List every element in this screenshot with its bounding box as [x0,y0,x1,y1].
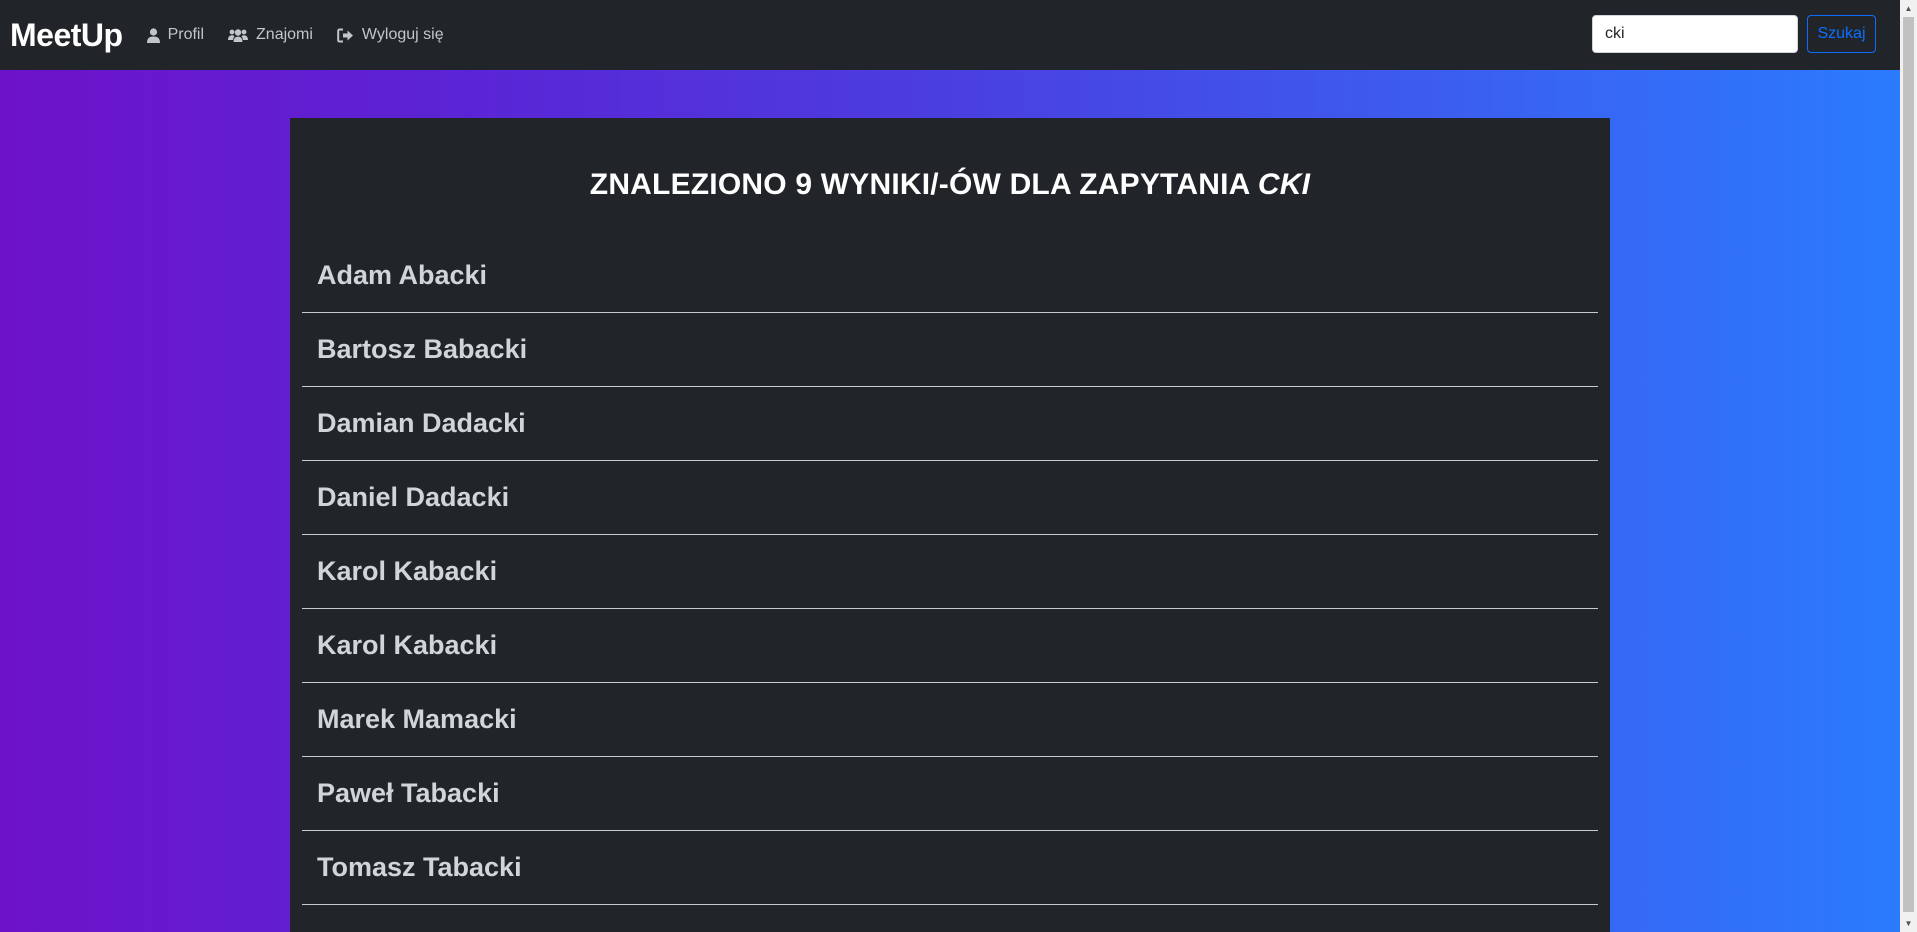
result-item[interactable]: Damian Dadacki [302,387,1598,461]
search-input[interactable] [1592,15,1798,53]
result-item[interactable]: Paweł Tabacki [302,757,1598,831]
result-name: Tomasz Tabacki [317,852,522,882]
result-item[interactable]: Bartosz Babacki [302,313,1598,387]
user-icon [146,27,160,43]
result-name: Paweł Tabacki [317,778,500,808]
logout-icon [337,28,353,42]
scroll-up-arrow-icon[interactable]: ▲ [1900,0,1917,17]
result-item[interactable]: Karol Kabacki [302,535,1598,609]
nav-link-friends-label: Znajomi [256,26,313,43]
vertical-scrollbar[interactable]: ▲ ▼ [1900,0,1917,932]
results-query: CKI [1257,168,1311,201]
result-name: Karol Kabacki [317,556,498,586]
nav-link-profile-label: Profil [167,26,205,43]
scroll-down-arrow-icon[interactable]: ▼ [1900,915,1917,932]
result-name: Daniel Dadacki [317,482,510,512]
results-title-prefix: ZNALEZIONO 9 WYNIKI/-ÓW DLA ZAPYTANIA [589,168,1258,201]
users-icon [228,29,249,42]
result-name: Marek Mamacki [317,704,517,734]
search-button[interactable]: Szukaj [1807,15,1876,53]
search-form: Szukaj [1592,15,1876,53]
result-item[interactable]: Marek Mamacki [302,683,1598,757]
nav-link-logout[interactable]: Wyloguj się [337,26,444,44]
nav-link-friends[interactable]: Znajomi [228,26,313,44]
nav-link-logout-label: Wyloguj się [361,26,444,43]
result-name: Damian Dadacki [317,408,526,438]
results-list: Adam Abacki Bartosz Babacki Damian Dadac… [302,239,1598,905]
result-name: Bartosz Babacki [317,334,528,364]
result-item[interactable]: Adam Abacki [302,239,1598,313]
result-item[interactable]: Daniel Dadacki [302,461,1598,535]
result-item[interactable]: Tomasz Tabacki [302,831,1598,905]
brand-logo[interactable]: MeetUp [10,17,123,54]
result-item[interactable]: Karol Kabacki [302,609,1598,683]
result-name: Adam Abacki [317,260,488,290]
nav-link-profile[interactable]: Profil [146,26,205,44]
result-name: Karol Kabacki [317,630,498,660]
results-title: ZNALEZIONO 9 WYNIKI/-ÓW DLA ZAPYTANIA CK… [290,168,1610,202]
results-panel: ZNALEZIONO 9 WYNIKI/-ÓW DLA ZAPYTANIA CK… [290,118,1610,932]
navbar: MeetUp Profil Znajomi Wyloguj się Szukaj [0,0,1900,70]
scrollbar-thumb[interactable] [1903,17,1914,912]
